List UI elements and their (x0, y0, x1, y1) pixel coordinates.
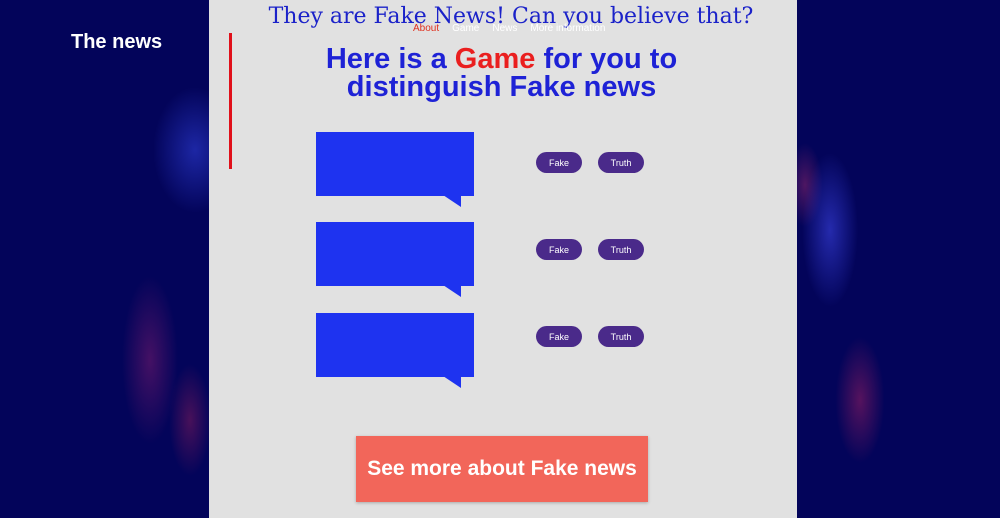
game-heading: Here is a Game for you to distinguish Fa… (279, 45, 724, 102)
see-more-button[interactable]: See more about Fake news (356, 436, 648, 502)
site-title: The news (71, 31, 163, 53)
speech-bubble-tail (443, 285, 461, 297)
fake-button[interactable]: Fake (536, 326, 582, 347)
accent-divider (229, 33, 232, 169)
truth-button[interactable]: Truth (598, 152, 644, 173)
nav-item-about[interactable]: About (413, 23, 439, 34)
news-card (316, 132, 474, 207)
fake-button[interactable]: Fake (536, 152, 582, 173)
main-panel: They are Fake News! Can you believe that… (209, 0, 797, 518)
nav-item-more-information[interactable]: More information (530, 23, 605, 34)
fake-button[interactable]: Fake (536, 239, 582, 260)
truth-button[interactable]: Truth (598, 239, 644, 260)
nav-item-news[interactable]: News (492, 23, 517, 34)
news-card (316, 313, 474, 388)
top-nav: About Game News More information (413, 23, 605, 34)
speech-bubble-tail (443, 376, 461, 388)
truth-button[interactable]: Truth (598, 326, 644, 347)
news-card (316, 222, 474, 297)
speech-bubble-tail (443, 195, 461, 207)
nav-item-game[interactable]: Game (452, 23, 479, 34)
